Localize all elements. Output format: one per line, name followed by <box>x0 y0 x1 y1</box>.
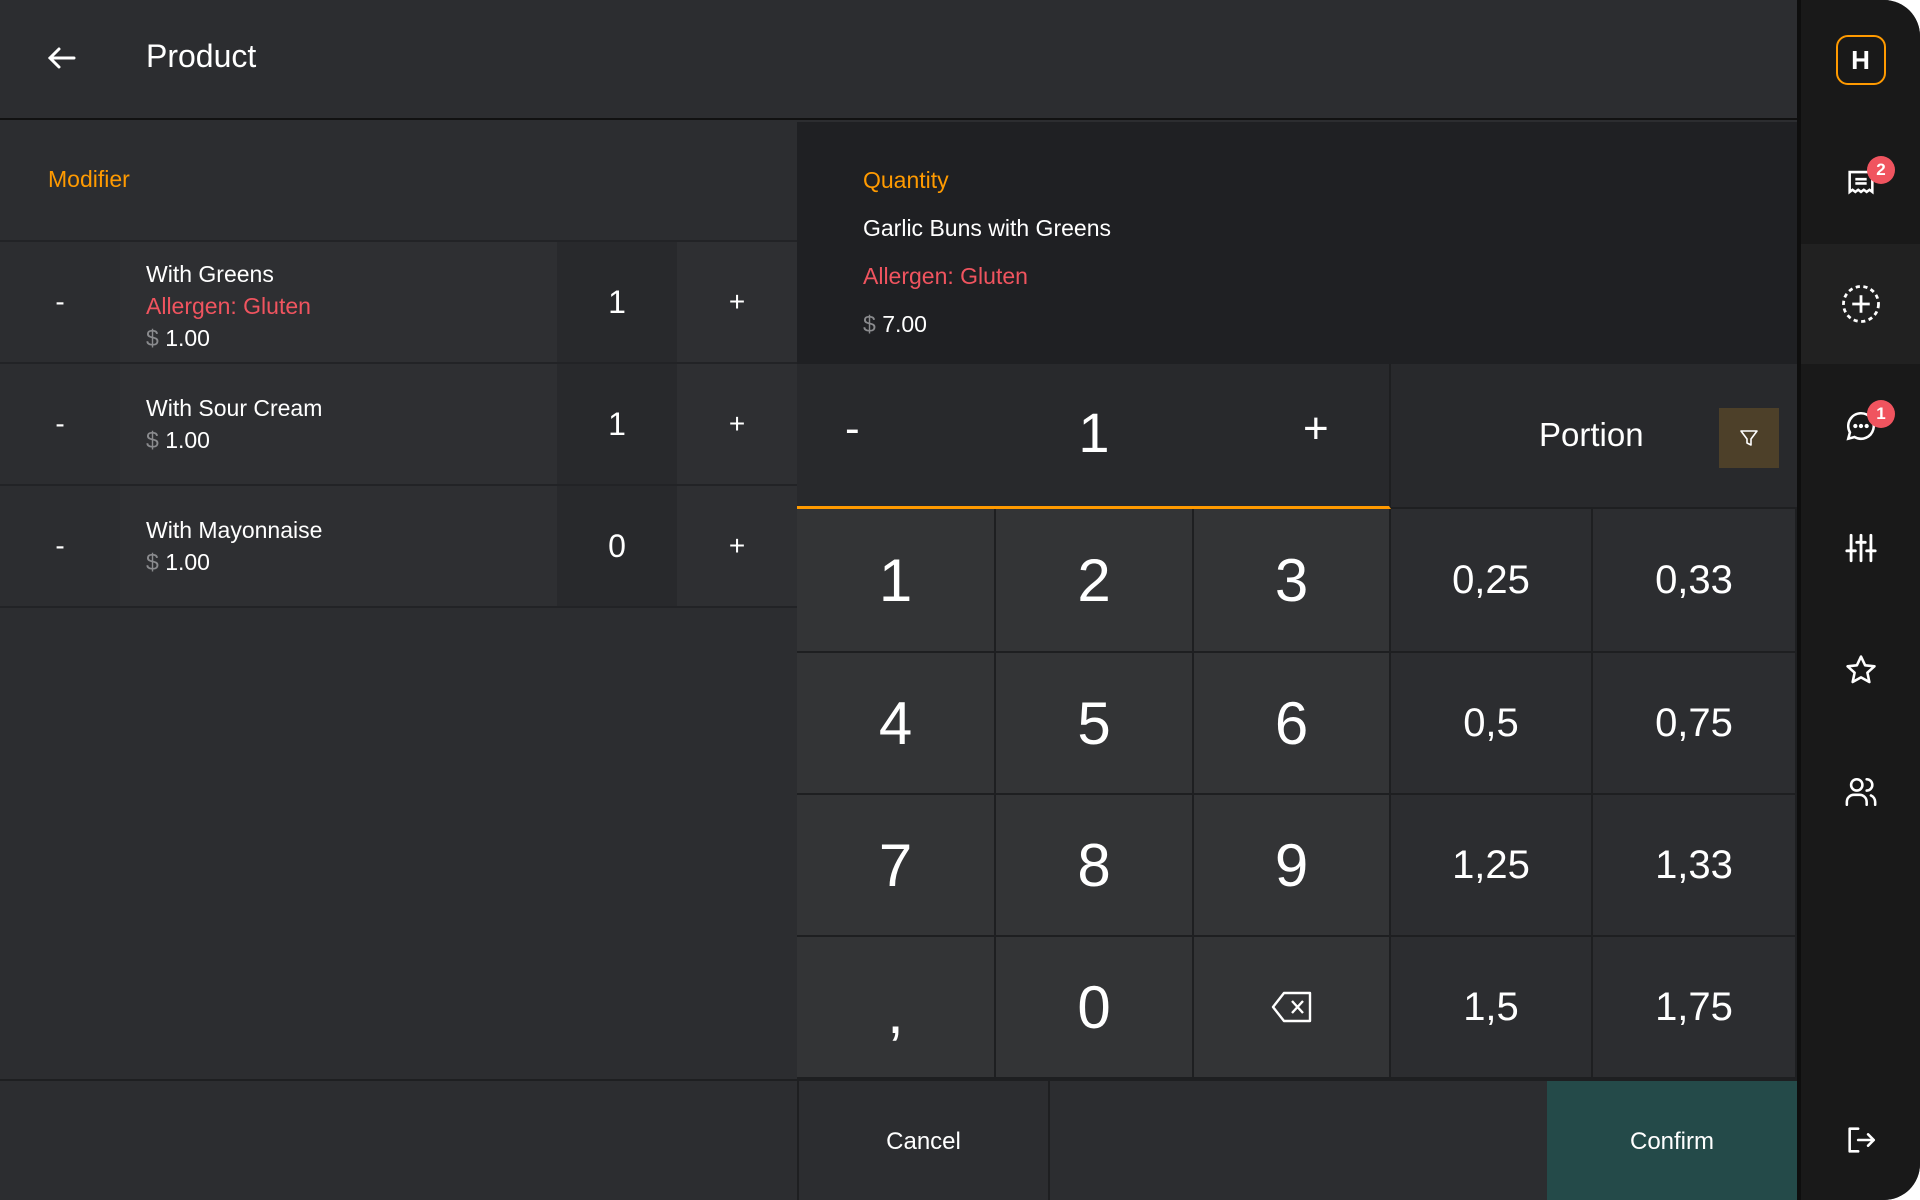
increase-button[interactable]: + <box>677 364 797 484</box>
logout-icon <box>1847 1127 1875 1153</box>
quantity-increase-button[interactable]: + <box>1303 404 1329 454</box>
modifier-row: - With Mayonnaise $ 1.00 0 + <box>0 486 797 608</box>
backspace-button[interactable] <box>1194 937 1391 1079</box>
currency: $ <box>146 427 159 453</box>
cancel-button[interactable]: Cancel <box>797 1081 1050 1200</box>
modifier-price: 1.00 <box>165 549 210 575</box>
key-comma[interactable]: , <box>797 937 996 1079</box>
sidebar: H 2 1 <box>1797 0 1920 1200</box>
modifier-info: With Sour Cream $ 1.00 <box>120 364 557 484</box>
key-7[interactable]: 7 <box>797 795 996 937</box>
decrease-button[interactable]: - <box>0 486 120 606</box>
logo[interactable]: H <box>1801 0 1920 120</box>
modifier-price: 1.00 <box>165 427 210 453</box>
product-price: 7.00 <box>882 311 927 337</box>
header: Product <box>0 0 1797 120</box>
confirm-button[interactable]: Confirm <box>1547 1081 1797 1200</box>
portion-label: Portion <box>1539 416 1644 453</box>
backspace-icon <box>1271 991 1311 1023</box>
modifier-quantity: 0 <box>557 486 677 606</box>
logout-button[interactable] <box>1801 1080 1920 1200</box>
key-6[interactable]: 6 <box>1194 653 1391 795</box>
increase-button[interactable]: + <box>677 242 797 362</box>
filter-button[interactable] <box>1719 408 1779 468</box>
modifier-name: With Mayonnaise <box>146 517 323 543</box>
increase-button[interactable]: + <box>677 486 797 606</box>
decrease-button[interactable]: - <box>0 364 120 484</box>
modifier-name: With Sour Cream <box>146 395 323 421</box>
modifier-info: With Mayonnaise $ 1.00 <box>120 486 557 606</box>
currency: $ <box>863 311 876 337</box>
key-fraction[interactable]: 1,5 <box>1391 937 1593 1079</box>
modifier-quantity: 1 <box>557 364 677 484</box>
sidebar-item-users[interactable] <box>1801 732 1920 852</box>
filter-icon <box>1740 430 1758 446</box>
key-2[interactable]: 2 <box>996 509 1194 653</box>
sidebar-item-new[interactable] <box>1801 244 1920 364</box>
key-3[interactable]: 3 <box>1194 509 1391 653</box>
sidebar-item-settings[interactable] <box>1801 488 1920 608</box>
key-1[interactable]: 1 <box>797 509 996 653</box>
quantity-value[interactable]: 1 <box>797 400 1391 465</box>
product-allergen: Allergen: Gluten <box>863 263 1028 289</box>
key-0[interactable]: 0 <box>996 937 1194 1079</box>
modifier-title: Modifier <box>48 166 130 192</box>
back-arrow-icon[interactable] <box>44 40 80 76</box>
orders-badge: 2 <box>1867 156 1895 184</box>
messages-badge: 1 <box>1867 400 1895 428</box>
sidebar-item-orders[interactable]: 2 <box>1801 122 1920 242</box>
modifier-row: - With Greens Allergen: Gluten $ 1.00 1 … <box>0 242 797 364</box>
currency: $ <box>146 549 159 575</box>
key-fraction[interactable]: 0,5 <box>1391 653 1593 795</box>
currency: $ <box>146 325 159 351</box>
page-title: Product <box>146 38 257 74</box>
footer: Cancel Confirm <box>0 1079 1797 1200</box>
key-fraction[interactable]: 0,75 <box>1593 653 1797 795</box>
modifier-row: - With Sour Cream $ 1.00 1 + <box>0 364 797 486</box>
sidebar-item-favorites[interactable] <box>1801 610 1920 730</box>
key-fraction[interactable]: 0,33 <box>1593 509 1797 653</box>
sliders-icon <box>1844 533 1877 563</box>
modifier-price: 1.00 <box>165 325 210 351</box>
modifier-info: With Greens Allergen: Gluten $ 1.00 <box>120 242 557 362</box>
key-9[interactable]: 9 <box>1194 795 1391 937</box>
quantity-title: Quantity <box>863 167 949 193</box>
sidebar-item-messages[interactable]: 1 <box>1801 366 1920 486</box>
product-name: Garlic Buns with Greens <box>863 215 1111 241</box>
modifier-allergen: Allergen: Gluten <box>146 293 311 319</box>
logo-mark: H <box>1835 35 1886 85</box>
key-8[interactable]: 8 <box>996 795 1194 937</box>
key-fraction[interactable]: 0,25 <box>1391 509 1593 653</box>
modifier-quantity: 1 <box>557 242 677 362</box>
star-icon <box>1845 655 1876 684</box>
decrease-button[interactable]: - <box>0 242 120 362</box>
users-icon <box>1845 777 1876 807</box>
modifier-header: Modifier <box>0 122 797 242</box>
app: Product Modifier - With Greens Allergen:… <box>0 0 1920 1200</box>
key-fraction[interactable]: 1,25 <box>1391 795 1593 937</box>
key-4[interactable]: 4 <box>797 653 996 795</box>
product-info: Quantity Garlic Buns with Greens Allerge… <box>797 122 1797 364</box>
key-fraction[interactable]: 1,75 <box>1593 937 1797 1079</box>
modifier-name: With Greens <box>146 261 274 287</box>
key-5[interactable]: 5 <box>996 653 1194 795</box>
quantity-stepper: - 1 + <box>797 364 1391 509</box>
key-fraction[interactable]: 1,33 <box>1593 795 1797 937</box>
portion-selector[interactable]: Portion <box>1391 364 1797 509</box>
add-dashed-circle-icon <box>1841 285 1880 323</box>
